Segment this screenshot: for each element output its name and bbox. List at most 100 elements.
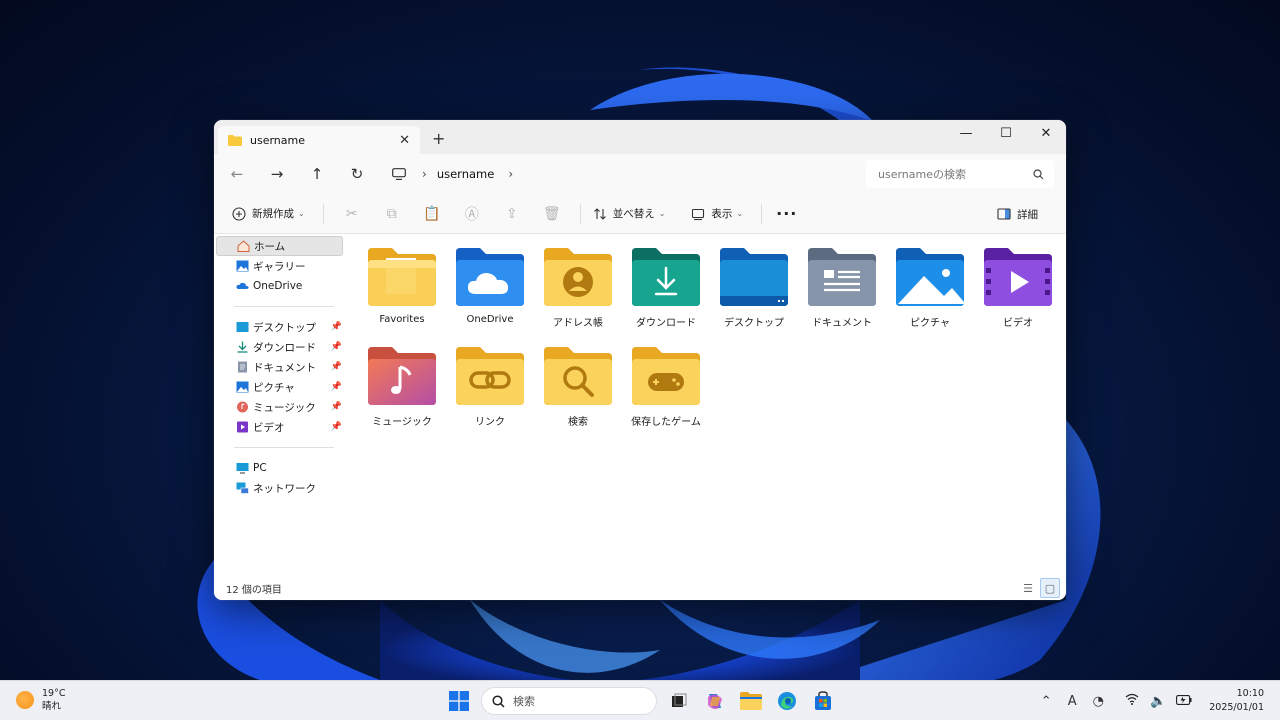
music-folder-icon	[368, 347, 436, 405]
list-item-links[interactable]: リンク	[446, 333, 534, 429]
rename-icon[interactable]: Ⓐ	[452, 204, 492, 224]
edge-button[interactable]	[771, 685, 803, 717]
pictures-icon	[236, 381, 249, 393]
new-button[interactable]: 新規作成 ⌄	[228, 201, 309, 227]
pin-icon[interactable]: 📌	[331, 322, 342, 332]
sidebar-label: ピクチャ	[253, 381, 295, 394]
pin-icon[interactable]: 📌	[331, 342, 342, 352]
pin-icon[interactable]: 📌	[331, 382, 342, 392]
details-view-icon[interactable]: ☰	[1018, 578, 1038, 598]
sort-label: 並べ替え	[612, 208, 655, 220]
view-toggle: ☰ ▢	[1016, 578, 1060, 598]
tab-username[interactable]: username ✕	[218, 126, 420, 154]
sidebar-item-documents[interactable]: ドキュメント 📌	[214, 357, 346, 377]
address-bar[interactable]: › username ›	[384, 160, 859, 188]
new-tab-button[interactable]: +	[432, 129, 445, 148]
sidebar-item-home[interactable]: ホーム	[216, 236, 343, 256]
list-item-desktop[interactable]: デスクトップ	[710, 234, 798, 330]
store-icon	[815, 691, 831, 710]
view-button[interactable]: 表示 ⌄	[687, 201, 747, 227]
tiles-view-icon[interactable]: ▢	[1040, 578, 1060, 598]
start-button[interactable]	[443, 685, 475, 717]
sidebar-item-onedrive[interactable]: OneDrive	[214, 276, 346, 296]
forward-button[interactable]: →	[257, 165, 297, 183]
delete-icon[interactable]: 🗑	[532, 206, 572, 222]
list-item-searches[interactable]: 検索	[534, 333, 622, 429]
breadcrumb-separator-end[interactable]: ›	[508, 167, 513, 181]
list-item-onedrive[interactable]: OneDrive	[446, 234, 534, 330]
list-item-saved-games[interactable]: 保存したゲーム	[622, 333, 710, 429]
taskbar-search[interactable]: 検索	[481, 687, 657, 715]
chevron-up-icon[interactable]: ⌃	[1035, 694, 1057, 709]
item-label: OneDrive	[466, 314, 514, 325]
ime-mode-icon[interactable]: ◔	[1087, 694, 1109, 709]
tab-close-icon[interactable]: ✕	[399, 133, 410, 148]
wifi-icon[interactable]	[1121, 693, 1143, 709]
sidebar-label: ダウンロード	[253, 341, 316, 354]
pin-icon[interactable]: 📌	[331, 422, 342, 432]
breadcrumb-username[interactable]: username	[437, 167, 495, 181]
back-button[interactable]: ←	[217, 165, 257, 183]
copy-icon[interactable]: ⧉	[372, 206, 412, 222]
search-box[interactable]	[866, 160, 1054, 188]
list-item-music[interactable]: ミュージック	[358, 333, 446, 429]
sidebar-item-network[interactable]: ネットワーク	[214, 478, 346, 498]
list-item-videos[interactable]: ビデオ	[974, 234, 1062, 330]
refresh-button[interactable]: ↻	[337, 165, 377, 183]
maximize-button[interactable]: ☐	[986, 120, 1026, 146]
task-view-button[interactable]	[663, 685, 695, 717]
sun-icon	[16, 691, 34, 709]
music-icon	[237, 401, 248, 413]
close-button[interactable]: ✕	[1026, 120, 1066, 146]
search-icon	[1033, 168, 1044, 179]
pictures-folder-icon	[896, 248, 964, 306]
taskbar: 19°C 晴れ 検索 ⌃ A ◔ 🔈 10:10 2025/01/01	[0, 680, 1280, 720]
explorer-body: ホーム ギャラリー OneDrive デスクトップ 📌 ダウンロード 📌 ドキュ…	[214, 234, 1066, 576]
documents-folder-icon	[808, 248, 876, 306]
weather-condition: 晴れ	[42, 701, 62, 712]
details-button[interactable]: 詳細	[993, 201, 1042, 227]
file-explorer-window: username ✕ + — ☐ ✕ ← → ↑ ↻ › username › …	[214, 120, 1066, 600]
chevron-down-icon: ⌄	[298, 209, 305, 218]
sidebar-item-videos[interactable]: ビデオ 📌	[214, 417, 346, 437]
search-input[interactable]	[878, 167, 1033, 181]
sidebar-item-downloads[interactable]: ダウンロード 📌	[214, 337, 346, 357]
sidebar-item-desktop[interactable]: デスクトップ 📌	[214, 317, 346, 337]
paste-icon[interactable]: 📋	[412, 206, 452, 222]
breadcrumb-separator[interactable]: ›	[422, 167, 427, 181]
details-pane-icon	[997, 208, 1011, 220]
videos-folder-icon	[984, 248, 1052, 306]
copilot-button[interactable]	[699, 685, 731, 717]
store-button[interactable]	[807, 685, 839, 717]
volume-icon[interactable]: 🔈	[1147, 694, 1169, 709]
share-icon[interactable]: ⇪	[492, 206, 532, 222]
onedrive-icon	[236, 282, 249, 289]
sidebar-item-pictures[interactable]: ピクチャ 📌	[214, 377, 346, 397]
ime-indicator[interactable]: A	[1061, 694, 1083, 709]
minimize-button[interactable]: —	[946, 120, 986, 146]
status-bar: 12 個の項目 ☰ ▢	[214, 576, 1066, 600]
tab-title: username	[250, 133, 305, 147]
item-label: 検索	[568, 417, 588, 428]
list-item-favorites[interactable]: Favorites	[358, 234, 446, 330]
list-item-downloads[interactable]: ダウンロード	[622, 234, 710, 330]
network-icon	[236, 482, 249, 494]
clock[interactable]: 10:10 2025/01/01	[1209, 687, 1264, 715]
list-item-documents[interactable]: ドキュメント	[798, 234, 886, 330]
up-button[interactable]: ↑	[297, 165, 337, 183]
sidebar-item-gallery[interactable]: ギャラリー	[214, 256, 346, 276]
weather-widget[interactable]: 19°C 晴れ	[16, 687, 65, 713]
list-item-contacts[interactable]: アドレス帳	[534, 234, 622, 330]
clock-time: 10:10	[1236, 688, 1264, 699]
pin-icon[interactable]: 📌	[331, 402, 342, 412]
desktop-folder-icon	[720, 248, 788, 306]
sort-button[interactable]: 並べ替え ⌄	[589, 201, 670, 227]
sidebar-item-music[interactable]: ミュージック 📌	[214, 397, 346, 417]
cut-icon[interactable]: ✂	[332, 206, 372, 222]
pin-icon[interactable]: 📌	[331, 362, 342, 372]
sidebar-item-pc[interactable]: PC	[214, 458, 346, 478]
more-options-button[interactable]: ···	[776, 204, 797, 223]
file-explorer-taskbar-button[interactable]	[735, 685, 767, 717]
list-item-pictures[interactable]: ピクチャ	[886, 234, 974, 330]
battery-icon[interactable]	[1173, 694, 1195, 709]
